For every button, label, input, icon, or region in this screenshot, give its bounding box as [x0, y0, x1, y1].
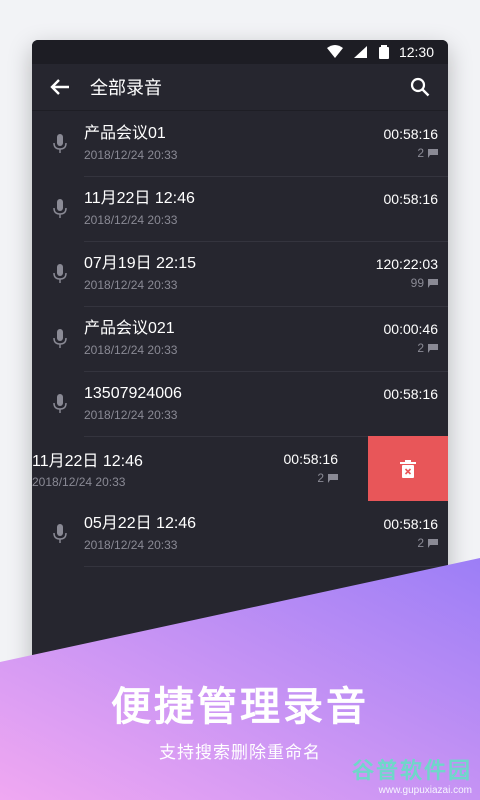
signal-icon	[353, 46, 367, 58]
recording-duration: 00:58:16	[383, 386, 439, 402]
recording-row[interactable]: 产品会议01 2018/12/24 20:33 00:58:16 2	[32, 111, 448, 177]
recording-row[interactable]: 05月22日 12:46 2018/12/24 20:33 00:58:16 2	[32, 501, 448, 567]
promo-headline: 便捷管理录音	[111, 685, 369, 729]
recording-date: 2018/12/24 20:33	[84, 213, 178, 227]
microphone-icon	[48, 197, 72, 221]
recording-date: 2018/12/24 20:33	[84, 343, 178, 357]
comment-icon	[428, 148, 438, 158]
recording-date: 2018/12/24 20:33	[84, 538, 178, 552]
recording-name: 产品会议01	[84, 125, 166, 142]
status-bar: 12:30	[32, 40, 448, 64]
comment-count: 2	[417, 341, 424, 355]
recording-row-swiped[interactable]: 11月22日 12:46 2018/12/24 20:33 00:58:16 2	[32, 436, 448, 501]
recording-date: 2018/12/24 20:33	[32, 475, 126, 489]
recording-row[interactable]: 产品会议021 2018/12/24 20:33 00:00:46 2	[32, 306, 448, 372]
watermark: 谷普软件园 www.gupuxiazai.com	[352, 753, 472, 796]
recording-duration: 00:58:16	[283, 451, 339, 467]
recording-name: 07月19日 22:15	[84, 255, 197, 272]
recording-duration: 00:00:46	[383, 321, 439, 337]
delete-button[interactable]	[368, 436, 448, 501]
recording-row[interactable]: 11月22日 12:46 2018/12/24 20:33 00:58:16	[32, 176, 448, 242]
watermark-brand: 谷普软件园	[351, 758, 472, 783]
comment-icon	[428, 343, 438, 353]
recording-duration: 120:22:03	[375, 256, 438, 272]
recording-duration: 00:58:16	[383, 191, 439, 207]
microphone-icon	[48, 392, 72, 416]
recording-name: 11月22日 12:46	[32, 453, 143, 470]
back-arrow-icon[interactable]	[48, 75, 72, 99]
comment-count: 2	[317, 471, 324, 485]
recording-date: 2018/12/24 20:33	[84, 148, 178, 162]
wifi-icon	[326, 45, 343, 58]
comment-count: 2	[417, 536, 424, 550]
microphone-icon	[48, 327, 72, 351]
microphone-icon	[48, 262, 72, 286]
recording-list: 产品会议01 2018/12/24 20:33 00:58:16 2 11月22…	[32, 111, 448, 567]
watermark-url: www.gupuxiazai.com	[378, 785, 472, 796]
recording-row[interactable]: 13507924006 2018/12/24 20:33 00:58:16	[32, 371, 448, 437]
phone-screen: 12:30 全部录音 产品会议01 2018/12/24 20:33 00:58…	[32, 40, 448, 680]
recording-name: 11月22日 12:46	[84, 190, 195, 207]
recording-row[interactable]: 07月19日 22:15 2018/12/24 20:33 120:22:03 …	[32, 241, 448, 307]
search-icon[interactable]	[408, 75, 432, 99]
recording-name: 产品会议021	[84, 320, 175, 337]
recording-duration: 00:58:16	[383, 126, 439, 142]
trash-icon	[400, 459, 416, 478]
comment-icon	[328, 473, 338, 483]
recording-name: 13507924006	[84, 385, 182, 402]
microphone-icon	[48, 522, 72, 546]
page-title: 全部录音	[90, 78, 162, 98]
app-bar: 全部录音	[32, 64, 448, 111]
battery-icon	[378, 45, 389, 59]
recording-date: 2018/12/24 20:33	[84, 408, 178, 422]
comment-icon	[428, 278, 438, 288]
comment-count: 99	[410, 276, 424, 290]
microphone-icon	[48, 132, 72, 156]
comment-icon	[428, 538, 438, 548]
recording-duration: 00:58:16	[383, 516, 439, 532]
status-time: 12:30	[398, 44, 434, 60]
recording-date: 2018/12/24 20:33	[84, 278, 178, 292]
comment-count: 2	[417, 146, 424, 160]
recording-name: 05月22日 12:46	[84, 515, 197, 532]
